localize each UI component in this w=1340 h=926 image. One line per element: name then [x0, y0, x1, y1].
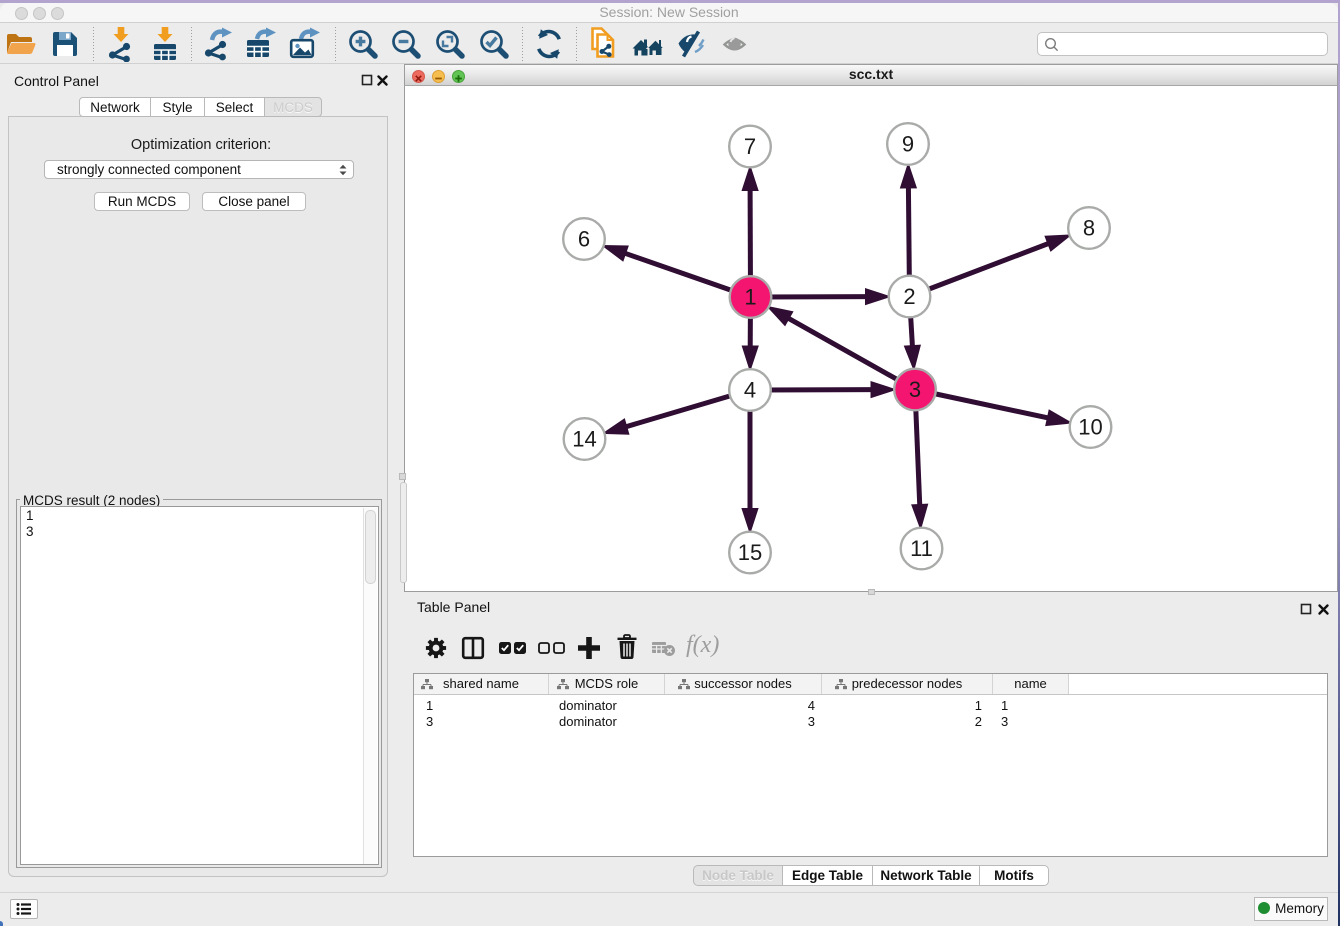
- svg-text:14: 14: [572, 427, 596, 452]
- svg-text:7: 7: [744, 134, 756, 159]
- svg-text:9: 9: [902, 132, 914, 157]
- svg-text:6: 6: [578, 227, 590, 252]
- svg-text:10: 10: [1078, 415, 1102, 440]
- svg-text:4: 4: [744, 378, 756, 403]
- svg-text:15: 15: [738, 540, 762, 565]
- svg-text:11: 11: [910, 536, 933, 561]
- svg-text:8: 8: [1083, 216, 1095, 241]
- svg-text:3: 3: [909, 377, 921, 402]
- svg-text:2: 2: [903, 284, 915, 309]
- svg-text:1: 1: [744, 285, 756, 310]
